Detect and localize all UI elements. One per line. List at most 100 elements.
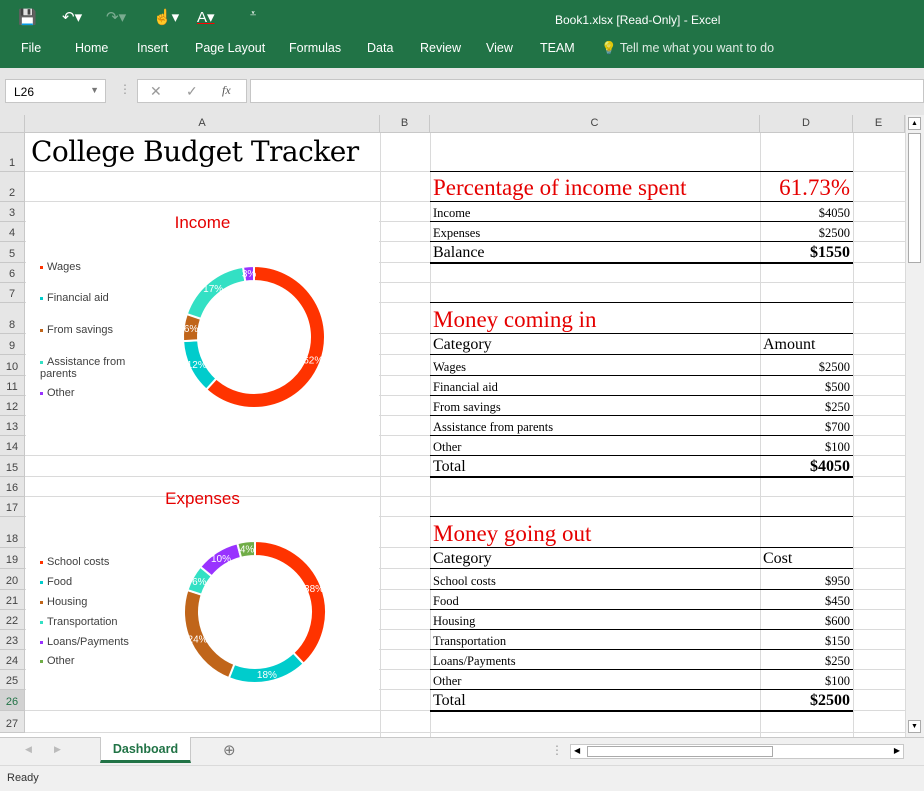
row-header-10[interactable]: 10 (0, 355, 25, 376)
row-header-11[interactable]: 11 (0, 376, 25, 396)
summary-value: $4050 (818, 206, 850, 220)
data-label: 18% (257, 670, 277, 681)
chevron-down-icon[interactable]: ▼ (90, 85, 99, 95)
grid-row (25, 711, 905, 733)
row-header-5[interactable]: 5 (0, 242, 25, 263)
legend-marker (40, 360, 43, 364)
window-title: Book1.xlsx [Read-Only] - Excel (555, 13, 721, 27)
legend-marker (40, 560, 43, 564)
amount-cell: $150 (825, 634, 850, 648)
touch-mode-icon[interactable]: ☝▾ (153, 8, 179, 26)
menu-view[interactable]: View (486, 41, 513, 55)
legend-item: Assistance from parents (40, 356, 135, 380)
name-box[interactable]: L26 ▼ (5, 79, 106, 103)
split-handle[interactable]: ⋮ (551, 743, 563, 757)
row-header-12[interactable]: 12 (0, 396, 25, 416)
row-header-15[interactable]: 15 (0, 456, 25, 477)
tell-me-search[interactable]: 💡 Tell me what you want to do (601, 41, 774, 56)
legend-label: From savings (47, 324, 114, 336)
menu-file[interactable]: File (21, 41, 41, 55)
customize-qat-icon[interactable]: ⩡ (250, 8, 256, 21)
row-header-25[interactable]: 25 (0, 670, 25, 690)
column-header-A[interactable]: A (25, 115, 380, 133)
redo-icon[interactable]: ↷▾ (106, 8, 126, 26)
row-header-13[interactable]: 13 (0, 416, 25, 436)
category-cell: Other (433, 674, 462, 688)
legend-label: Wages (47, 261, 81, 273)
amount-cell: $450 (825, 594, 850, 608)
next-sheet-icon[interactable]: ▶ (54, 744, 61, 755)
menu-page-layout[interactable]: Page Layout (195, 41, 265, 55)
cell-border (430, 710, 853, 712)
column-header-B[interactable]: B (380, 115, 430, 133)
select-all-button[interactable] (0, 115, 25, 133)
category-cell: Financial aid (433, 380, 498, 394)
row-header-20[interactable]: 20 (0, 569, 25, 590)
row-header-14[interactable]: 14 (0, 436, 25, 456)
category-cell: Food (433, 594, 459, 608)
row-header-17[interactable]: 17 (0, 497, 25, 517)
formula-buttons: ✕ ✓ fx (137, 79, 247, 103)
menu-formulas[interactable]: Formulas (289, 41, 341, 55)
vertical-scrollbar[interactable]: ▲ ▼ (905, 115, 924, 737)
menu-team[interactable]: TEAM (540, 41, 575, 55)
name-box-value: L26 (14, 85, 35, 99)
summary-value: $2500 (818, 226, 850, 240)
row-header-8[interactable]: 8 (0, 303, 25, 334)
row-header-21[interactable]: 21 (0, 590, 25, 610)
row-header-1[interactable]: 1 (0, 133, 25, 172)
data-label: 6% (192, 577, 207, 588)
donut-chart: 38% 18% 24% 6% 10% 4% (183, 539, 327, 684)
total-value: $4050 (810, 458, 850, 475)
column-header-C[interactable]: C (430, 115, 760, 133)
category-cell: Transportation (433, 634, 507, 648)
prev-sheet-icon[interactable]: ◀ (25, 744, 32, 755)
scroll-left-icon[interactable]: ◀ (574, 746, 580, 755)
total-label: Total (433, 692, 466, 709)
row-header-6[interactable]: 6 (0, 263, 25, 283)
menu-review[interactable]: Review (420, 41, 461, 55)
row-header-9[interactable]: 9 (0, 334, 25, 355)
horizontal-scrollbar[interactable]: ◀ ▶ (570, 744, 904, 759)
enter-icon[interactable]: ✓ (186, 83, 198, 100)
cancel-icon[interactable]: ✕ (150, 83, 162, 100)
row-header-24[interactable]: 24 (0, 650, 25, 670)
scroll-up-icon[interactable]: ▲ (908, 117, 921, 130)
column-header-E[interactable]: E (853, 115, 905, 133)
row-header-23[interactable]: 23 (0, 630, 25, 650)
amount-cell: $250 (825, 400, 850, 414)
save-icon[interactable]: 💾 (18, 8, 37, 26)
category-cell: Housing (433, 614, 476, 628)
cell-border (430, 262, 853, 264)
row-header-2[interactable]: 2 (0, 172, 25, 202)
insert-function-icon[interactable]: fx (222, 83, 231, 98)
hscroll-thumb[interactable] (587, 746, 773, 757)
tab-dashboard[interactable]: Dashboard (100, 737, 191, 763)
legend-marker (40, 580, 43, 584)
donut-slice-school-costs[interactable] (254, 539, 327, 666)
font-color-icon[interactable]: A▾ (197, 8, 215, 26)
add-sheet-icon[interactable]: ⊕ (223, 741, 236, 759)
row-header-7[interactable]: 7 (0, 283, 25, 303)
cell-border (430, 476, 853, 478)
row-header-4[interactable]: 4 (0, 222, 25, 242)
row-header-22[interactable]: 22 (0, 610, 25, 630)
menu-home[interactable]: Home (75, 41, 108, 55)
data-label: 17% (203, 284, 223, 295)
menu-insert[interactable]: Insert (137, 41, 168, 55)
row-header-26[interactable]: 26 (0, 690, 25, 711)
scroll-down-icon[interactable]: ▼ (908, 720, 921, 733)
undo-icon[interactable]: ↶▾ (62, 8, 82, 26)
menu-data[interactable]: Data (367, 41, 393, 55)
scroll-thumb[interactable] (908, 133, 921, 263)
row-header-16[interactable]: 16 (0, 477, 25, 497)
amount-cell: $700 (825, 420, 850, 434)
row-header-3[interactable]: 3 (0, 202, 25, 222)
scroll-right-icon[interactable]: ▶ (894, 746, 900, 755)
row-header-27[interactable]: 27 (0, 711, 25, 733)
column-header-D[interactable]: D (760, 115, 853, 133)
row-header-19[interactable]: 19 (0, 548, 25, 569)
row-header-18[interactable]: 18 (0, 517, 25, 548)
formula-input[interactable] (250, 79, 924, 103)
total-value: $2500 (810, 692, 850, 709)
